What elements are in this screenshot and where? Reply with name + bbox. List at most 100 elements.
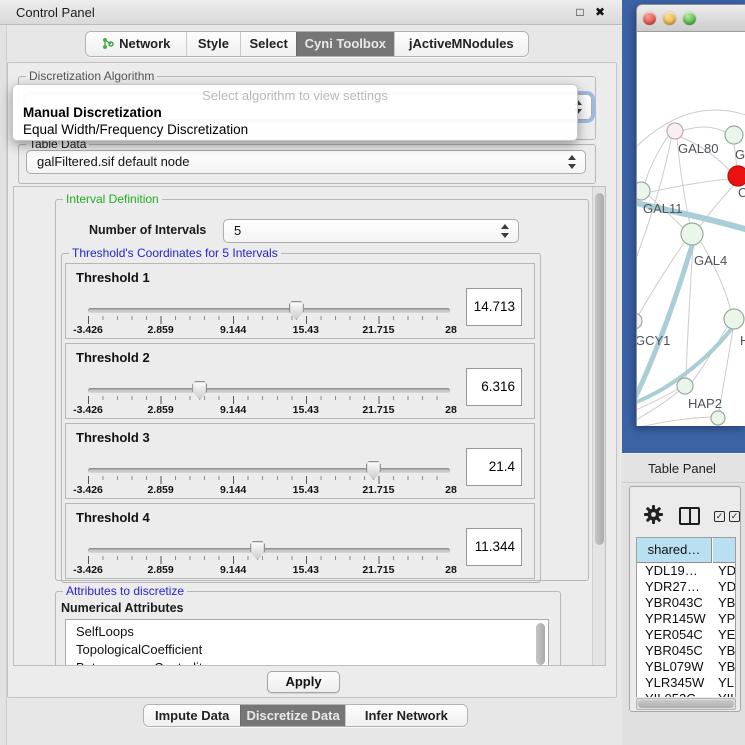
slider-ticks (88, 556, 451, 564)
tab-discretize-data[interactable]: Discretize Data (240, 705, 344, 726)
threshold-3-slider[interactable] (88, 468, 450, 473)
tab-style[interactable]: Style (186, 32, 241, 56)
interval-definition-title: Interval Definition (63, 192, 162, 206)
table-row[interactable]: YDR27… YDR2 (637, 579, 736, 595)
mode-tabs: Impute Data Discretize Data Infer Networ… (143, 704, 468, 727)
node-label-hap2[interactable]: HAP2 (688, 396, 722, 411)
threshold-4-value-field[interactable]: 11.344 (466, 528, 522, 566)
table-row[interactable]: YER054C YER0 (637, 627, 736, 643)
column-header-name[interactable]: n (713, 538, 736, 563)
node-label-partial-c[interactable]: C (738, 185, 745, 200)
table-panel-titlebar: Table Panel (622, 453, 745, 483)
number-of-intervals-label: Number of Intervals (89, 223, 206, 237)
node-table-panel: ✓ ✓ shared… n YDL19… YDL1 YDR27… YDR2 YB… (629, 486, 741, 712)
tab-cyni-toolbox[interactable]: Cyni Toolbox (296, 32, 394, 56)
panel-title: Control Panel (16, 5, 95, 20)
checkbox-icon[interactable]: ✓ (714, 511, 725, 522)
threshold-1-value-field[interactable]: 14.713 (466, 288, 522, 326)
threshold-2-label: Threshold 2 (76, 350, 150, 365)
node-label-gal80[interactable]: GAL80 (678, 141, 718, 156)
list-item-selfloops[interactable]: SelfLoops (66, 620, 548, 641)
popup-option-manual-discretization[interactable]: Manual Discretization (23, 105, 162, 120)
split-view-icon[interactable] (679, 507, 700, 525)
network-window-titlebar[interactable] (637, 5, 745, 32)
slider-scale: -3.426 2.859 9.144 15.43 21.715 28 (88, 404, 451, 416)
threshold-4-slider[interactable] (88, 548, 450, 553)
threshold-2-value-field[interactable]: 6.316 (466, 368, 522, 406)
algorithm-dropdown-popup: Select algorithm to view settings Manual… (12, 84, 578, 141)
node-label-partial-g[interactable]: G (735, 147, 745, 162)
apply-button[interactable]: Apply (267, 671, 340, 693)
attributes-group-title: Attributes to discretize (63, 584, 187, 598)
table-row[interactable]: YLR345W YLR3 (637, 675, 736, 691)
threshold-3-label: Threshold 3 (76, 430, 150, 445)
table-data-combobox[interactable]: galFiltered.sif default node (26, 150, 586, 174)
slider-ticks (88, 396, 451, 404)
threshold-3-panel: Threshold 3 -3.426 2.859 9.144 15.43 21.… (65, 423, 535, 499)
number-of-intervals-value: 5 (234, 220, 241, 242)
table-row[interactable]: YBR045C YBR0 (637, 643, 736, 659)
tab-select[interactable]: Select (240, 32, 296, 56)
threshold-1-slider[interactable] (88, 308, 450, 313)
node-label-partial-h[interactable]: H (740, 333, 745, 348)
tab-network[interactable]: Network (86, 32, 186, 56)
network-icon (101, 37, 114, 50)
network-graph[interactable] (637, 32, 745, 426)
settings-vertical-scrollbar[interactable] (592, 187, 605, 665)
float-window-icon[interactable]: □ (572, 4, 588, 20)
threshold-4-panel: Threshold 4 -3.426 2.859 9.144 15.43 21.… (65, 503, 535, 579)
control-panel-titlebar: Control Panel □ ✖ (0, 0, 622, 25)
combo-arrows-icon (501, 224, 509, 238)
threshold-1-label: Threshold 1 (76, 270, 150, 285)
table-row[interactable]: YIL052C YIL0 (637, 691, 736, 697)
threshold-4-label: Threshold 4 (76, 510, 150, 525)
slider-ticks (88, 476, 451, 484)
combo-arrows-icon (568, 155, 576, 169)
algorithm-group-title: Discretization Algorithm (26, 69, 157, 83)
list-item-betweennesscentrality[interactable]: BetweennessCentrality (66, 659, 548, 666)
thresholds-group-title: Threshold's Coordinates for 5 Intervals (69, 246, 281, 260)
slider-ticks (88, 316, 451, 324)
threshold-2-slider[interactable] (88, 388, 450, 393)
threshold-2-panel: Threshold 2 -3.426 2.859 9.144 15.43 21.… (65, 343, 535, 419)
popup-option-equal-width-frequency[interactable]: Equal Width/Frequency Discretization (23, 122, 248, 137)
table-row[interactable]: YDL19… YDL1 (637, 563, 736, 579)
slider-scale: -3.426 2.859 9.144 15.43 21.715 28 (88, 564, 451, 576)
table-row[interactable]: YPR145W YPR1 (637, 611, 736, 627)
checkbox-icon[interactable]: ✓ (729, 511, 740, 522)
node-label-gcy1[interactable]: GCY1 (637, 333, 670, 348)
panel-left-splitter[interactable] (0, 25, 7, 745)
gear-icon[interactable] (644, 505, 663, 524)
table-panel-title: Table Panel (648, 461, 716, 476)
number-of-intervals-combobox[interactable]: 5 (223, 219, 519, 243)
network-view-window: GAL80 G C GAL11 GAL4 GCY1 H HAP2 (636, 4, 745, 426)
application-window: Control Panel □ ✖ Network Style Select C… (0, 0, 745, 745)
threshold-3-value-field[interactable]: 21.4 (466, 448, 522, 486)
tab-jactivemnodules[interactable]: jActiveMNodules (394, 32, 528, 56)
slider-scale: -3.426 2.859 9.144 15.43 21.715 28 (88, 324, 451, 336)
node-label-gal4[interactable]: GAL4 (694, 253, 727, 268)
zoom-traffic-light[interactable] (683, 12, 696, 25)
numerical-attributes-label: Numerical Attributes (61, 601, 183, 615)
table-horizontal-scrollbar[interactable] (636, 698, 736, 710)
column-header-shared[interactable]: shared… (637, 538, 712, 563)
node-attribute-table: shared… n YDL19… YDL1 YDR27… YDR2 YBR043… (636, 537, 736, 697)
node-label-gal11[interactable]: GAL11 (643, 201, 683, 216)
settings-scroll-area: Interval Definition Number of Intervals … (13, 186, 606, 666)
table-row[interactable]: YBR043C YBR0 (637, 595, 736, 611)
list-item-topologicalcoefficient[interactable]: TopologicalCoefficient (66, 641, 548, 659)
tab-impute-data[interactable]: Impute Data (144, 705, 240, 726)
close-window-icon[interactable]: ✖ (592, 4, 608, 20)
threshold-1-panel: Threshold 1 -3.426 2.859 9.144 15.43 21.… (65, 263, 535, 339)
table-data-value: galFiltered.sif default node (37, 151, 189, 173)
numerical-attributes-list: SelfLoops TopologicalCoefficient Between… (65, 619, 549, 666)
list-scrollbar[interactable] (536, 623, 545, 665)
tab-infer-network[interactable]: Infer Network (345, 705, 467, 726)
close-traffic-light[interactable] (643, 12, 656, 25)
slider-scale: -3.426 2.859 9.144 15.43 21.715 28 (88, 484, 451, 496)
network-canvas[interactable]: GAL80 G C GAL11 GAL4 GCY1 H HAP2 (637, 32, 745, 426)
control-panel-tabs: Network Style Select Cyni Toolbox jActiv… (85, 31, 529, 57)
minimize-traffic-light[interactable] (663, 12, 676, 25)
popup-placeholder-option[interactable]: Select algorithm to view settings (13, 88, 577, 103)
table-row[interactable]: YBL079W YBL0 (637, 659, 736, 675)
